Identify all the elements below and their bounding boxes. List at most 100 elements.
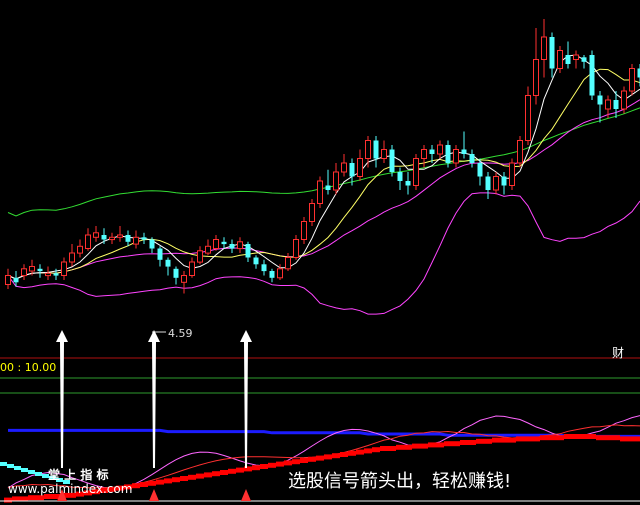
red-signal-bar [588, 434, 596, 439]
candle [613, 100, 619, 109]
candle [405, 181, 411, 186]
red-signal-bar [572, 434, 580, 439]
candle [469, 154, 475, 163]
red-signal-bar [188, 474, 196, 480]
candle [29, 266, 35, 272]
candle [293, 239, 299, 258]
red-signal-bar [452, 441, 460, 447]
candle [173, 268, 179, 278]
red-signal-bar [428, 442, 436, 448]
candle [437, 144, 443, 155]
red-signal-bar [260, 464, 268, 469]
red-signal-bar [564, 434, 572, 439]
candle [21, 268, 27, 277]
candle [5, 275, 11, 285]
candle [37, 268, 43, 272]
candle [589, 55, 595, 96]
candle [517, 140, 523, 164]
candle [109, 236, 115, 241]
candle [333, 171, 339, 191]
red-signal-bar [164, 478, 172, 484]
red-signal-bar [4, 497, 12, 503]
candle [557, 50, 563, 69]
red-signal-bar [388, 446, 396, 451]
red-signal-bar [532, 436, 540, 442]
red-signal-bar [140, 482, 148, 487]
red-signal-bar [636, 436, 640, 442]
candle [445, 145, 451, 163]
red-signal-bar [468, 440, 476, 445]
candle [357, 158, 363, 177]
red-signal-bar [284, 460, 292, 466]
red-signal-bar [236, 467, 244, 473]
candle [421, 149, 427, 159]
red-signal-bar [436, 442, 444, 448]
candle [13, 277, 19, 283]
candle [285, 257, 291, 270]
candle [485, 176, 491, 190]
price-annotation: 4.59 [168, 327, 193, 340]
candle [373, 140, 379, 159]
red-signal-bar [356, 449, 364, 455]
red-signal-bar [404, 444, 412, 450]
red-signal-bar [204, 472, 212, 478]
red-signal-bar [316, 455, 324, 461]
red-signal-bar [596, 435, 604, 441]
red-signal-bar [484, 438, 492, 444]
candle [501, 176, 507, 186]
cyan-signal-bar [35, 472, 42, 476]
cyan-signal-bar [21, 468, 28, 472]
candle [453, 149, 459, 164]
candle [189, 261, 195, 276]
candle [221, 241, 227, 245]
red-signal-bar [196, 473, 204, 479]
red-signal-bar [148, 480, 156, 486]
candle [429, 149, 435, 154]
candle [605, 99, 611, 110]
candle [133, 236, 139, 245]
red-signal-bar [444, 441, 452, 447]
candle [581, 57, 587, 62]
candle [141, 237, 147, 240]
red-signal-bar [364, 448, 372, 454]
candle [125, 235, 131, 242]
panel-tag: 财 [612, 346, 624, 360]
candle [341, 162, 347, 173]
candle [157, 248, 163, 260]
candle [213, 239, 219, 249]
candle [597, 95, 603, 105]
red-signal-bar [628, 436, 636, 442]
candle [493, 176, 499, 191]
red-signal-bar [340, 452, 348, 457]
candle [349, 163, 355, 177]
candle [117, 234, 123, 238]
candle [181, 275, 187, 283]
candle [509, 162, 515, 186]
candle [277, 268, 283, 279]
red-signal-bar [372, 447, 380, 453]
candle [525, 95, 531, 141]
red-signal-bar [156, 479, 164, 485]
candle [533, 59, 539, 96]
red-signal-bar [524, 436, 532, 442]
candle [397, 172, 403, 181]
candle [461, 149, 467, 154]
red-signal-bar [276, 461, 284, 467]
red-signal-bar [300, 458, 308, 463]
stock-chart: 4.59 00 : 10.00 财 堂 上 指 标 www.palmindex.… [0, 0, 640, 505]
red-signal-bar [220, 470, 228, 475]
candle [149, 239, 155, 249]
red-signal-bar [348, 450, 356, 456]
candle [77, 245, 83, 254]
red-signal-bar [460, 440, 468, 445]
candle [261, 264, 267, 272]
red-signal-bar [180, 476, 188, 481]
red-signal-bar [508, 437, 516, 443]
red-signal-bar [308, 456, 316, 462]
candle [61, 261, 67, 276]
cyan-signal-bar [28, 470, 35, 474]
red-signal-bar [332, 453, 340, 459]
candle [549, 37, 555, 69]
candle [621, 90, 627, 110]
red-signal-bar [548, 435, 556, 441]
